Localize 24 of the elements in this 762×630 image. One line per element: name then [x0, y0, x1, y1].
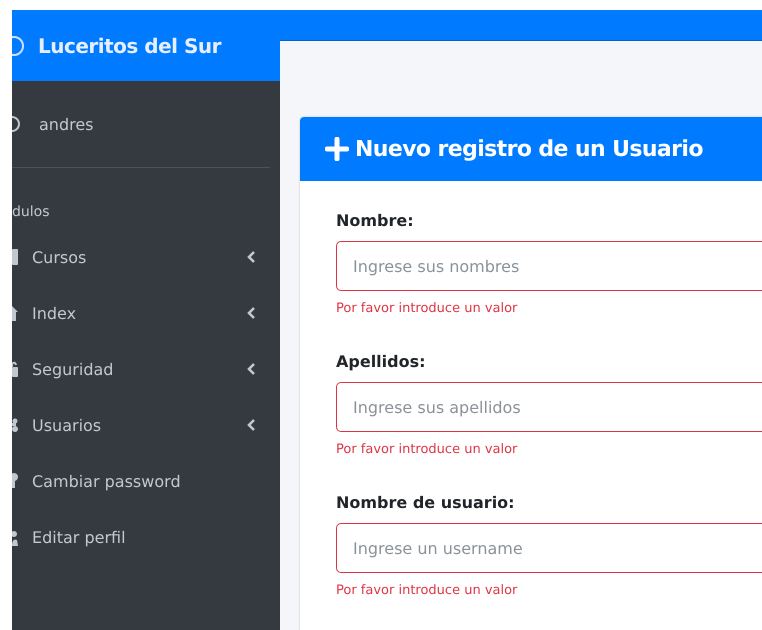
plus-icon: [325, 137, 349, 161]
input-field[interactable]: Ingrese sus nombres: [336, 241, 762, 291]
field-label: Apellidos:: [336, 352, 427, 373]
error-message: Por favor introduce un valor: [336, 583, 518, 598]
people-icon: [12, 416, 20, 434]
card-title: Nuevo registro de un Usuario: [355, 136, 703, 162]
input-field[interactable]: Ingrese sus apellidos: [336, 382, 762, 432]
lock-icon: [12, 360, 20, 378]
person-icon: [12, 528, 20, 546]
nav-item[interactable]: Cursos: [12, 229, 280, 285]
nav-item[interactable]: Index: [12, 285, 280, 341]
nav-item[interactable]: Seguridad: [12, 341, 280, 397]
nav-item[interactable]: Editar perfil: [12, 509, 280, 565]
error-message: Por favor introduce un valor: [336, 442, 518, 457]
user-name[interactable]: andres: [39, 114, 94, 134]
input-field[interactable]: Ingrese un username: [336, 523, 762, 573]
field-label: Nombre de usuario:: [336, 493, 516, 514]
field-label: Nombre:: [336, 211, 415, 232]
nav-item[interactable]: Usuarios: [12, 397, 280, 453]
section-header: dulos: [12, 204, 51, 222]
logo-icon: [12, 34, 26, 58]
nav-item[interactable]: Cambiar password: [12, 453, 280, 509]
error-message: Por favor introduce un valor: [336, 301, 518, 316]
brand-name: Luceritos del Sur: [38, 34, 221, 58]
